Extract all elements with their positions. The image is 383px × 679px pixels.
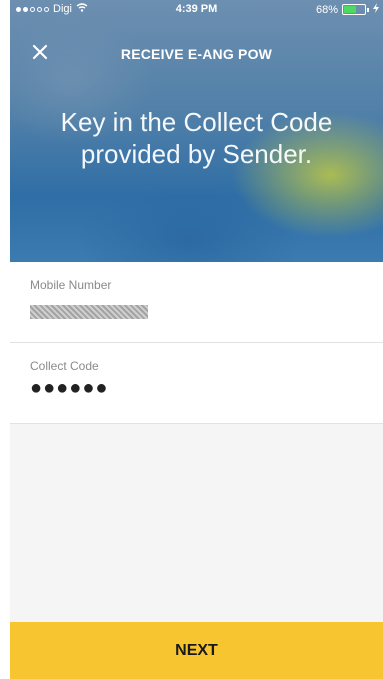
empty-area [10,424,383,622]
hero-banner: Digi 4:39 PM 68% RECEIVE E-ANG POW Key i… [10,0,383,262]
nav-bar: RECEIVE E-ANG POW [10,36,383,72]
collect-code-label: Collect Code [30,359,99,373]
next-button[interactable]: NEXT [10,622,383,679]
battery-icon [342,4,366,15]
status-right: 68% [316,3,379,16]
battery-fill [344,6,356,13]
charging-icon [373,3,379,16]
mobile-number-redacted [30,305,148,319]
collect-code-field[interactable]: Collect Code ●●●●●● [10,343,383,424]
page-title: RECEIVE E-ANG POW [120,46,273,62]
status-bar: Digi 4:39 PM 68% [10,0,383,20]
mobile-number-label: Mobile Number [30,278,112,292]
phone-screen: Digi 4:39 PM 68% RECEIVE E-ANG POW Key i… [10,0,383,679]
collect-code-input[interactable]: ●●●●●● [30,377,108,400]
instruction-headline: Key in the Collect Code provided by Send… [60,107,333,169]
mobile-number-field[interactable]: Mobile Number [10,262,383,343]
battery-nub [367,7,369,12]
battery-percent: 68% [315,3,338,16]
receive-form: Mobile Number Collect Code ●●●●●● [10,262,383,424]
